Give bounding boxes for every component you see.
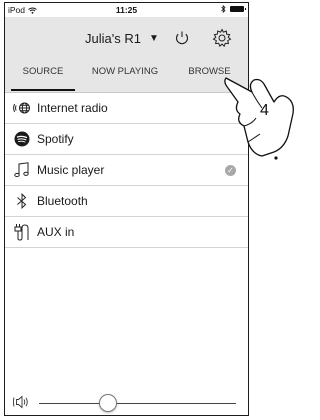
source-item-aux-in[interactable]: AUX in	[5, 217, 248, 248]
volume-slider-track[interactable]	[39, 394, 236, 412]
gear-icon[interactable]	[212, 28, 232, 48]
battery-icon	[230, 6, 246, 12]
device-name: Julia's R1	[85, 31, 141, 46]
source-list: Internet radio Spotify Music player ✓ Bl…	[5, 93, 248, 248]
tab-now-playing[interactable]: NOW PLAYING	[81, 61, 169, 91]
tab-source[interactable]: SOURCE	[5, 61, 81, 91]
bluetooth-status-icon	[221, 5, 226, 13]
source-tabs: SOURCE NOW PLAYING BROWSE	[5, 61, 248, 91]
aux-cable-icon	[14, 224, 29, 241]
app-header: Julia's R1 ▼ SOURCE NOW PLAYING BROWSE	[5, 17, 248, 93]
device-row: Julia's R1 ▼	[5, 27, 248, 51]
bluetooth-icon	[17, 193, 27, 209]
source-label: AUX in	[37, 225, 75, 239]
source-label: Internet radio	[37, 101, 108, 115]
phone-screen: iPod 11:25 Julia's R1 ▼ SOURCE NOW PLAYI…	[4, 2, 249, 416]
status-time: 11:25	[115, 5, 138, 15]
source-label: Bluetooth	[37, 194, 88, 208]
speaker-volume-icon	[13, 395, 28, 409]
volume-control	[5, 393, 248, 413]
source-item-spotify[interactable]: Spotify	[5, 124, 248, 155]
volume-slider-thumb[interactable]	[98, 394, 117, 412]
source-label: Music player	[37, 163, 105, 177]
source-item-bluetooth[interactable]: Bluetooth	[5, 186, 248, 217]
selected-check-icon: ✓	[225, 165, 236, 176]
music-note-icon	[14, 162, 29, 178]
source-item-internet-radio[interactable]: Internet radio	[5, 93, 248, 124]
chevron-down-icon: ▼	[148, 33, 159, 44]
internet-radio-icon	[13, 102, 30, 114]
callout-number: 4	[260, 102, 269, 119]
spotify-icon	[14, 131, 30, 147]
source-item-music-player[interactable]: Music player ✓	[5, 155, 248, 186]
status-bar: iPod 11:25	[5, 3, 248, 17]
status-right	[221, 5, 246, 13]
source-label: Spotify	[37, 132, 74, 146]
device-selector[interactable]: Julia's R1 ▼	[85, 31, 159, 46]
power-icon[interactable]	[173, 29, 191, 47]
